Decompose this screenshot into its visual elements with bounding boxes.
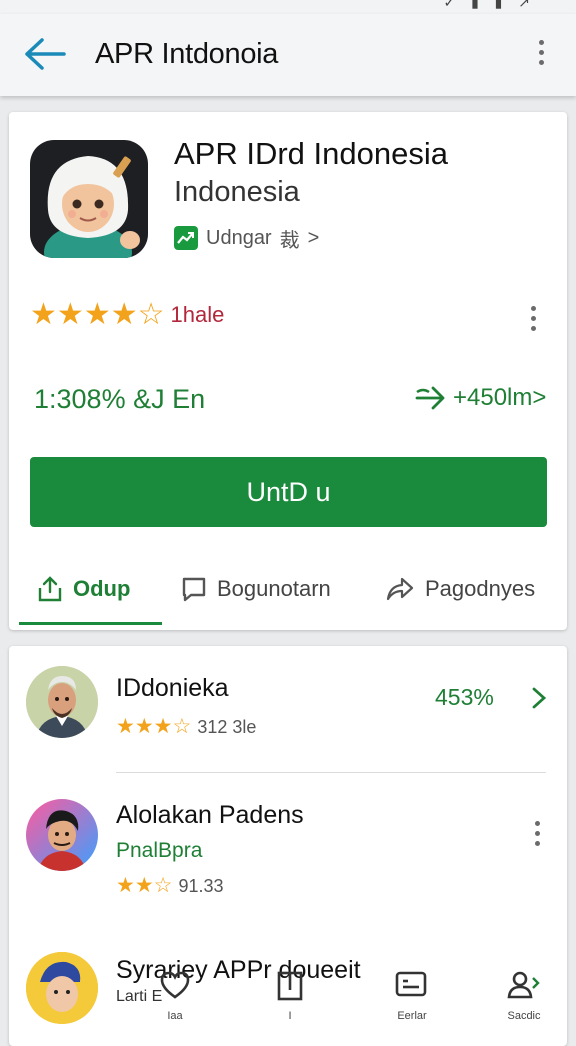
install-button[interactable]: UntD u <box>30 457 547 527</box>
star-icon: ★ <box>83 298 111 331</box>
rating-row: ★ ★ ★ ★ ☆ 1hale <box>30 300 224 330</box>
nav-heart[interactable]: Iaa <box>135 964 215 1024</box>
nav-label: I <box>288 1010 292 1022</box>
chevron-right-icon: > <box>307 226 320 249</box>
tab-odup[interactable]: Odup <box>37 558 130 620</box>
avatar <box>26 666 98 738</box>
stat-downloads: 1:308% &J En <box>34 384 206 414</box>
nav-label: Eerlar <box>397 1010 427 1022</box>
star-icon: ★ <box>30 298 57 331</box>
tab-label: Bogunotarn <box>217 576 331 601</box>
developer-glyph: 裁 <box>279 229 300 252</box>
star-icon: ★ <box>110 298 138 331</box>
item-title: Alolakan Padens <box>116 801 304 829</box>
item-subtitle: PnalBpra <box>116 839 203 862</box>
app-bar: APR Intdonoia <box>0 14 576 96</box>
item-percent: 453% <box>435 684 494 710</box>
forward-icon <box>386 577 414 601</box>
bookmark-icon <box>277 971 303 1001</box>
star-icon: ★ <box>56 298 84 331</box>
nav-label: Iaa <box>167 1010 183 1022</box>
person-icon <box>507 971 540 999</box>
star-half-icon: ☆ <box>172 715 192 738</box>
list-item[interactable]: IDdonieka ★ ★ ★ ☆ 312 3le 453% <box>9 646 567 771</box>
developer-name: Udngar <box>206 226 272 249</box>
nav-person[interactable]: Sacdic <box>484 964 564 1024</box>
tab-pagodnyes[interactable]: Pagodnyes <box>385 558 535 620</box>
app-title: APR IDrd Indonesia <box>174 136 448 171</box>
star-icon: ★ <box>116 874 135 897</box>
item-count: 91.33 <box>178 875 224 896</box>
heart-icon <box>160 971 190 999</box>
rating-more-icon[interactable] <box>531 306 536 331</box>
tab-bar: Odup Bogunotarn Pagodnyes <box>9 558 567 630</box>
tab-indicator <box>19 622 162 625</box>
star-icon: ★ <box>134 715 154 738</box>
nav-card[interactable]: Eerlar <box>372 964 452 1024</box>
nav-label: Sacdic <box>507 1010 541 1022</box>
arrow-back-icon <box>25 38 66 70</box>
list-item[interactable]: Alolakan Padens PnalBpra ★ ★ ☆ 91.33 <box>9 773 567 933</box>
nav-bookmark[interactable]: I <box>250 964 330 1024</box>
trending-icon <box>174 226 198 250</box>
star-icon: ★ <box>116 715 135 738</box>
back-button[interactable] <box>22 36 68 72</box>
status-bar: ✓ ▮ ▮ ↗ <box>0 0 576 14</box>
card-icon <box>395 971 427 997</box>
app-subtitle: Indonesia <box>174 176 300 208</box>
message-icon <box>182 577 206 602</box>
page-title: APR Intdonoia <box>95 38 279 70</box>
item-count: 312 3le <box>197 716 257 737</box>
star-icon: ★ <box>153 715 173 738</box>
tab-label: Pagodnyes <box>425 576 536 601</box>
avatar <box>26 799 98 871</box>
more-vert-icon[interactable] <box>532 40 550 70</box>
star-icon: ★ <box>134 874 154 897</box>
item-rating: ★ ★ ☆ 91.33 <box>116 875 224 897</box>
app-icon <box>30 140 148 258</box>
share-icon <box>38 576 62 602</box>
status-icons: ✓ ▮ ▮ ↗ <box>443 0 536 10</box>
item-title: IDdonieka <box>116 674 229 702</box>
item-rating: ★ ★ ★ ☆ 312 3le <box>116 716 256 738</box>
developer-link[interactable]: Udngar 裁 > <box>174 224 319 252</box>
bottom-nav: Iaa I Eerlar Sacdic <box>0 964 576 1024</box>
chevron-right-icon[interactable] <box>531 686 547 710</box>
tab-bogunotarn[interactable]: Bogunotarn <box>181 558 331 620</box>
download-arrow-icon <box>415 386 445 410</box>
rating-label: 1hale <box>170 302 225 327</box>
star-half-icon: ☆ <box>153 874 173 897</box>
stat-size-value: +450lm> <box>453 384 547 411</box>
avatar-hijab-icon <box>44 156 140 258</box>
star-outline-icon: ☆ <box>137 298 165 331</box>
tab-label: Odup <box>73 576 131 601</box>
stat-size: +450lm> <box>413 384 546 412</box>
app-details-card: APR IDrd Indonesia Indonesia Udngar 裁 > … <box>9 112 567 630</box>
more-vert-icon[interactable] <box>535 821 540 846</box>
